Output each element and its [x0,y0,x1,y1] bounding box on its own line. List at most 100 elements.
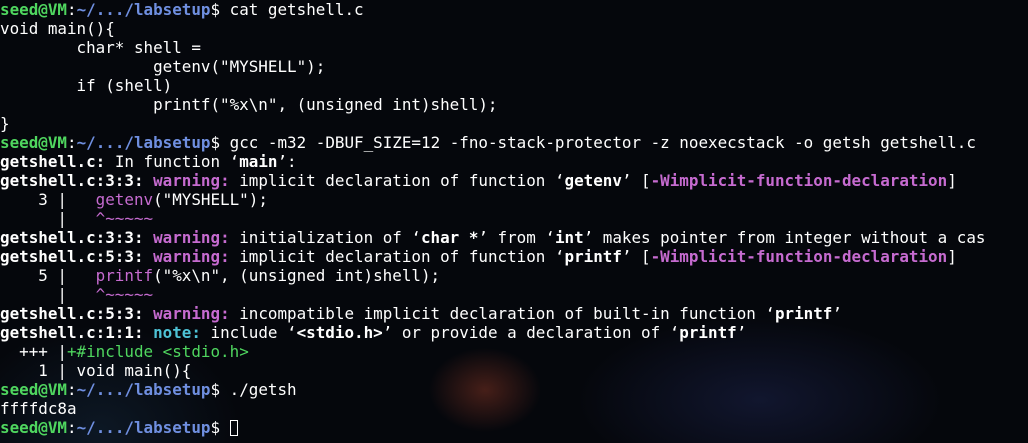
output-text: if (shell) [0,76,173,95]
command-text: gcc -m32 -DBUF_SIZE=12 -fno-stack-protec… [229,133,976,152]
bold-text: getshell.c:1:1: [0,323,144,342]
command-text: ./getsh [229,380,297,399]
note-text: note: [153,323,201,342]
prompt-line: seed@VM:~/.../labsetup$ gcc -m32 -DBUF_S… [0,133,1028,152]
output-line: getenv("MYSHELL"); [0,57,1028,76]
prompt-symbol: $ [210,380,230,399]
message-text: getenv [95,190,154,209]
terminal-output: seed@VM:~/.../labsetup$ cat getshell.c vo… [0,0,1028,437]
message-text: implicit declaration of function ‘ [229,247,565,266]
message-text: ("%x\n", (unsigned int)shell); [153,266,441,285]
output-line: printf("%x\n", (unsigned int)shell); [0,95,1028,114]
warning-text: warning: [153,304,230,323]
output-text: 1 | void main(){ [0,361,192,380]
message-text: ’ makes pointer from integer without a c… [583,228,986,247]
output-line: if (shell) [0,76,1028,95]
bold-text: getenv [564,171,622,190]
prompt-user-host: seed@VM [0,0,67,19]
message-text: ^~~~~~ [95,209,154,228]
message-text: ’ from ‘ [478,228,555,247]
message-text: ’ [ [621,171,651,190]
message-text: ’ or provide a declaration of ‘ [382,323,680,342]
prompt-separator: : [66,380,77,399]
message-text: implicit declaration of function ‘ [229,171,565,190]
bold-text: <stdio.h> [296,323,383,342]
bold-text: getshell.c: [0,152,106,171]
message-text: initialization of ‘ [229,228,421,247]
prompt-path: ~/.../labsetup [76,0,211,19]
message-text [144,304,154,323]
warning-text: warning: [153,228,230,247]
prompt-symbol: $ [210,0,230,19]
message-text [144,228,154,247]
message-text: ^~~~~~ [95,285,154,304]
bold-text: getshell.c:5:3: [0,247,144,266]
prompt-separator: : [66,0,77,19]
output-text: void main(){ [0,19,115,38]
message-text: ’ [736,323,747,342]
compiler-message-line: getshell.c:3:3: warning: implicit declar… [0,171,1028,190]
message-text [144,247,154,266]
prompt-line: seed@VM:~/.../labsetup$ cat getshell.c [0,0,1028,19]
message-text: +++ | [0,342,67,361]
message-text: ’ [ [621,247,651,266]
compiler-message-line: getshell.c: In function ‘main’: [0,152,1028,171]
compiler-message-line: 3 | getenv("MYSHELL"); [0,190,1028,209]
message-text: ’ [832,304,842,323]
prompt-symbol: $ [210,418,230,437]
message-text: ’: [277,152,297,171]
bold-text: printf [679,323,737,342]
prompt-symbol: $ [210,133,230,152]
message-text: 5 | [0,266,96,285]
text-cursor[interactable] [229,420,238,436]
warning-text: warning: [153,171,230,190]
bold-text: printf [564,247,622,266]
message-text: ("MYSHELL"); [153,190,268,209]
message-text: | [0,209,96,228]
prompt-line: seed@VM:~/.../labsetup$ ./getsh [0,380,1028,399]
prompt-path: ~/.../labsetup [76,418,211,437]
warning-text: warning: [153,247,230,266]
output-text: printf("%x\n", (unsigned int)shell); [0,95,498,114]
bold-text: getshell.c:3:3: [0,228,144,247]
terminal-window[interactable]: seed@VM:~/.../labsetup$ cat getshell.c vo… [0,0,1028,443]
compiler-message-line: | ^~~~~~ [0,209,1028,228]
message-text: incompatible implicit declaration of bui… [229,304,775,323]
prompt-path: ~/.../labsetup [76,380,211,399]
bold-text: int [554,228,584,247]
message-text: +#include <stdio.h> [66,342,249,361]
output-text: } [0,114,10,133]
message-text: ] [947,171,957,190]
output-text: char* shell = [0,38,201,57]
message-text: In function ‘ [105,152,240,171]
compiler-message-line: getshell.c:3:3: warning: initialization … [0,228,1028,247]
prompt-path: ~/.../labsetup [76,133,211,152]
bold-text: getshell.c:5:3: [0,304,144,323]
warning-text: -Wimplicit-function-declaration [650,171,948,190]
prompt-user-host: seed@VM [0,133,67,152]
compiler-message-line: getshell.c:5:3: warning: incompatible im… [0,304,1028,323]
prompt-user-host: seed@VM [0,380,67,399]
prompt-user-host: seed@VM [0,418,67,437]
message-text: 3 | [0,190,96,209]
output-line: void main(){ [0,19,1028,38]
message-text [144,171,154,190]
output-line: 1 | void main(){ [0,361,1028,380]
message-text: include ‘ [200,323,297,342]
compiler-message-line: getshell.c:5:3: warning: implicit declar… [0,247,1028,266]
bold-text: char * [420,228,479,247]
message-text: printf [95,266,154,285]
message-text [144,323,154,342]
compiler-message-line: getshell.c:1:1: note: include ‘<stdio.h>… [0,323,1028,342]
compiler-message-line: 5 | printf("%x\n", (unsigned int)shell); [0,266,1028,285]
output-line: } [0,114,1028,133]
compiler-message-line: | ^~~~~~ [0,285,1028,304]
bold-text: printf [774,304,833,323]
warning-text: -Wimplicit-function-declaration [650,247,948,266]
command-text: cat getshell.c [229,0,364,19]
output-line: char* shell = [0,38,1028,57]
output-text: getenv("MYSHELL"); [0,57,326,76]
message-text: ] [947,247,957,266]
bold-text: main [239,152,278,171]
compiler-message-line: +++ |+#include <stdio.h> [0,342,1028,361]
